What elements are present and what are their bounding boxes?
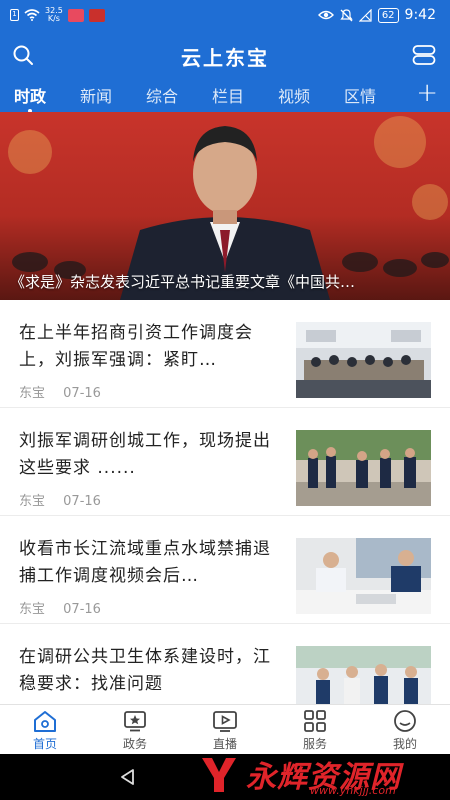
menu-icon[interactable]: [412, 44, 436, 66]
news-item[interactable]: 在调研公共卫生体系建设时，江稳要求：找准问题: [0, 624, 450, 704]
news-thumbnail: [296, 322, 431, 398]
news-title: 收看市长江流域重点水域禁捕退捕工作调度视频会后…: [19, 539, 271, 586]
grid-icon: [304, 710, 326, 732]
clock: 9:42: [404, 7, 436, 23]
tab-news[interactable]: 新闻: [80, 83, 112, 107]
watermark-logo-icon: [202, 758, 236, 792]
banner-caption: 《求是》杂志发表习近平总书记重要文章《中国共…: [10, 273, 356, 291]
news-source: 东宝: [19, 602, 46, 617]
nav-label: 首页: [32, 737, 57, 751]
tab-label: 区情: [344, 87, 377, 106]
tab-label: 新闻: [80, 87, 113, 106]
tab-label: 栏目: [212, 87, 245, 106]
status-bar: 1 32.5 K/s 62 9:42: [0, 0, 450, 32]
news-title: 在上半年招商引资工作调度会上，刘振军强调：紧盯…: [19, 323, 253, 370]
network-speed: 32.5 K/s: [45, 7, 63, 23]
watermark-url: www.yhkjjj.com: [310, 784, 396, 797]
tab-district[interactable]: 区情: [344, 83, 376, 107]
home-icon: [34, 711, 56, 732]
tab-columns[interactable]: 栏目: [212, 83, 244, 107]
news-date: 07-16: [63, 386, 101, 401]
profile-icon: [394, 710, 416, 732]
nav-home[interactable]: 首页: [10, 709, 80, 752]
eye-icon: [317, 10, 334, 20]
news-list: 在上半年招商引资工作调度会上，刘振军强调：紧盯… 东宝 07-16 刘振军调研创…: [0, 300, 450, 704]
video-icon: [213, 711, 237, 732]
news-thumbnail: [296, 430, 431, 506]
tab-video[interactable]: 视频: [278, 83, 310, 107]
nav-profile[interactable]: 我的: [370, 709, 440, 752]
nav-label: 我的: [392, 737, 417, 751]
nav-label: 政务: [122, 737, 147, 751]
bottom-nav: 首页 政务 直播 服务 我的: [0, 704, 450, 754]
nav-live[interactable]: 直播: [190, 709, 260, 752]
tab-general[interactable]: 综合: [146, 83, 178, 107]
nav-government[interactable]: 政务: [100, 709, 170, 752]
news-source: 东宝: [19, 386, 46, 401]
wifi-icon: [24, 9, 40, 21]
tab-label: 视频: [278, 87, 311, 106]
sim-card-icon: 1: [10, 9, 19, 21]
watermark: 永辉资源网 www.yhkjjj.com: [194, 752, 444, 798]
tab-label: 综合: [146, 87, 179, 106]
news-item[interactable]: 收看市长江流域重点水域禁捕退捕工作调度视频会后… 东宝 07-16: [0, 516, 450, 624]
notification-app-icon: [67, 8, 84, 22]
news-meta: 东宝 07-16: [19, 382, 115, 401]
news-date: 07-16: [63, 494, 101, 509]
news-item[interactable]: 在上半年招商引资工作调度会上，刘振军强调：紧盯… 东宝 07-16: [0, 300, 450, 408]
news-title: 刘振军调研创城工作，现场提出这些要求 ......: [19, 431, 271, 478]
app-header: 云上东宝: [0, 32, 450, 78]
news-date: 07-16: [63, 602, 101, 617]
signal-off-icon: [358, 8, 372, 22]
tab-label: 时政: [14, 87, 47, 106]
app-title: 云上东宝: [181, 46, 269, 70]
news-source: 东宝: [19, 494, 46, 509]
network-speed-unit: K/s: [47, 14, 60, 23]
notification-app-icon-2: [88, 8, 105, 22]
add-tab-button[interactable]: +: [416, 79, 438, 107]
nav-services[interactable]: 服务: [280, 709, 350, 752]
tab-current-affairs[interactable]: 时政: [14, 83, 47, 113]
news-meta: 东宝 07-16: [19, 598, 115, 617]
back-icon[interactable]: [118, 767, 138, 787]
news-item[interactable]: 刘振军调研创城工作，现场提出这些要求 ...... 东宝 07-16: [0, 408, 450, 516]
news-meta: 东宝 07-16: [19, 490, 115, 509]
nav-label: 服务: [302, 737, 327, 751]
news-thumbnail: [296, 538, 431, 614]
mute-icon: [340, 8, 353, 21]
battery-level: 62: [377, 7, 399, 23]
star-box-icon: [124, 711, 146, 732]
featured-banner[interactable]: 《求是》杂志发表习近平总书记重要文章《中国共…: [0, 112, 450, 300]
category-tabs: 时政 新闻 综合 栏目 视频 区情 +: [0, 78, 450, 113]
nav-label: 直播: [212, 737, 237, 751]
news-thumbnail: [296, 646, 431, 704]
news-title: 在调研公共卫生体系建设时，江稳要求：找准问题: [19, 647, 271, 694]
